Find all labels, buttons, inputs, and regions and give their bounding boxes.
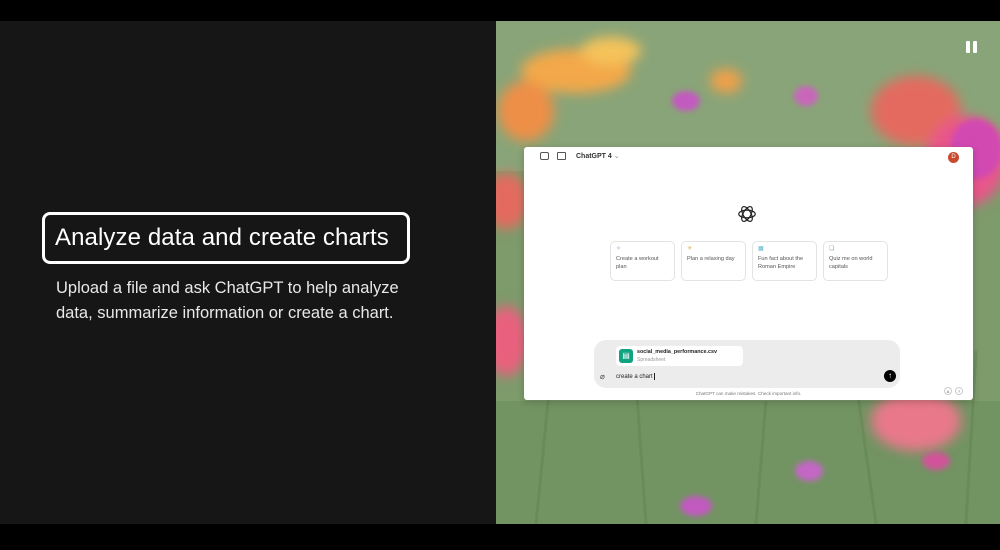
suggestion-text: Create a workout plan	[616, 256, 659, 270]
chevron-down-icon: ⌄	[613, 153, 620, 160]
sun-icon: ☀	[687, 246, 693, 252]
suggestion-text: Fun fact about the Roman Empire	[758, 256, 804, 270]
text-caret	[653, 373, 655, 380]
feature-text-panel: Analyze data and create charts Upload a …	[0, 21, 496, 524]
file-attachment[interactable]: ▤ social_media_performance.csv Spreadshe…	[616, 346, 743, 366]
pause-icon-bar	[973, 41, 977, 53]
feature-video: ChatGPT 4⌄ D ✧ Create a workout plan ☀	[496, 21, 1000, 524]
chatgpt-window: ChatGPT 4⌄ D ✧ Create a workout plan ☀	[524, 147, 973, 400]
app-topbar: ChatGPT 4 ⌄ D	[524, 147, 973, 167]
suggestion-text: Quiz me on world capitals	[829, 256, 873, 270]
avatar[interactable]: D	[948, 152, 959, 163]
message-composer[interactable]: ▤ social_media_performance.csv Spreadshe…	[594, 340, 900, 388]
paperclip-icon[interactable]: ⌀	[600, 372, 605, 381]
suggestion-card[interactable]: ❏ Quiz me on world capitals	[823, 241, 888, 281]
sparkle-icon: ✧	[616, 246, 622, 252]
model-selector[interactable]: ChatGPT 4 ⌄	[576, 152, 620, 160]
disclaimer-text: ChatGPT can make mistakes. Check importa…	[695, 391, 802, 396]
openai-logo-icon	[738, 206, 756, 222]
message-input[interactable]: create a chart	[616, 373, 655, 380]
suggestion-card[interactable]: ✧ Create a workout plan	[610, 241, 675, 281]
new-chat-icon[interactable]	[557, 152, 566, 160]
suggestion-text: Plan a relaxing day	[687, 256, 735, 262]
suggestion-cards: ✧ Create a workout plan ☀ Plan a relaxin…	[610, 241, 888, 281]
attachment-filename: social_media_performance.csv	[637, 349, 718, 355]
book-icon: ❏	[829, 246, 835, 252]
suggestion-card[interactable]: ▦ Fun fact about the Roman Empire	[752, 241, 817, 281]
model-label: ChatGPT 4	[576, 153, 612, 160]
language-icon[interactable]: A	[944, 387, 952, 395]
pause-button[interactable]	[966, 41, 980, 55]
feature-frame: Analyze data and create charts Upload a …	[0, 21, 1000, 524]
feature-description: Upload a file and ask ChatGPT to help an…	[56, 279, 399, 322]
sidebar-toggle-icon[interactable]	[540, 152, 549, 160]
feature-title[interactable]: Analyze data and create charts	[55, 224, 389, 252]
footer-buttons: A ?	[944, 387, 963, 395]
message-input-text: create a chart	[616, 374, 653, 381]
attachment-filetype: Spreadsheet	[637, 357, 666, 363]
suggestion-card[interactable]: ☀ Plan a relaxing day	[681, 241, 746, 281]
send-button[interactable]: ↑	[884, 370, 896, 382]
calendar-icon: ▦	[758, 246, 764, 252]
help-icon[interactable]: ?	[955, 387, 963, 395]
pause-icon	[966, 41, 970, 53]
spreadsheet-icon: ▤	[619, 349, 633, 363]
